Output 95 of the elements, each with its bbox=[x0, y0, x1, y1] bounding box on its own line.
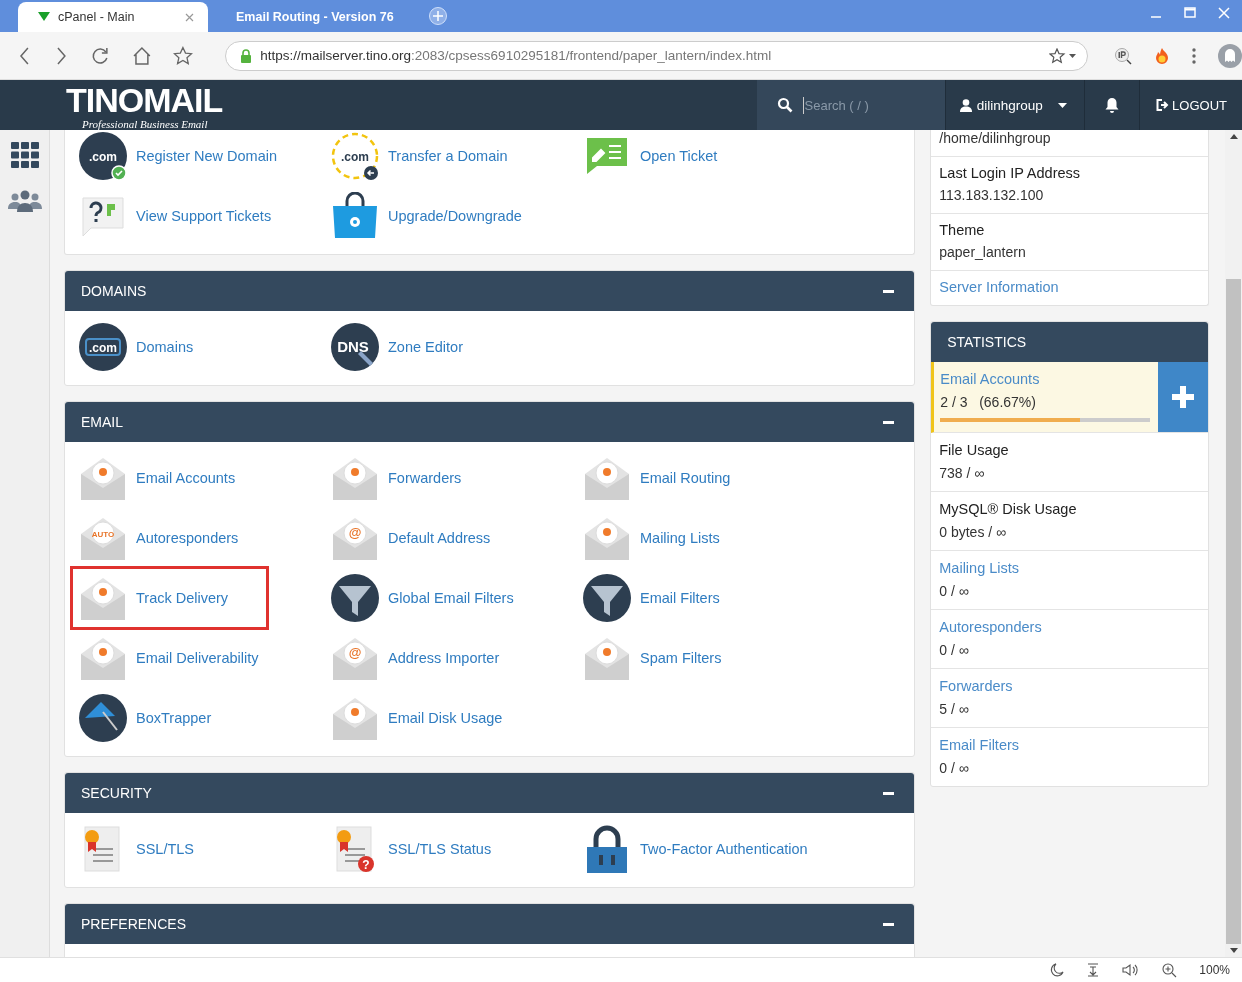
grid-icon[interactable] bbox=[10, 142, 39, 168]
domain-icon: .com bbox=[79, 323, 127, 371]
stat-link[interactable]: Mailing Lists bbox=[939, 560, 1200, 576]
stat-value: 0 / ∞ bbox=[939, 760, 970, 776]
triangle-icon bbox=[38, 12, 50, 22]
app-link[interactable]: ? SSL/TLS Status bbox=[328, 821, 501, 877]
speaker-icon[interactable] bbox=[1122, 963, 1141, 977]
stat-label: File Usage bbox=[939, 442, 1010, 458]
search-icon bbox=[776, 97, 793, 113]
shopping-bag-icon bbox=[331, 192, 379, 240]
profile-icon[interactable] bbox=[1218, 43, 1242, 68]
app-link[interactable]: @ Default Address bbox=[328, 510, 500, 566]
logo[interactable]: TINOMAIL Professional Business Email bbox=[66, 80, 757, 130]
app-link[interactable]: Email Accounts bbox=[76, 450, 245, 506]
stat-value: 0 / ∞ bbox=[939, 583, 970, 599]
collapse-icon[interactable] bbox=[883, 922, 895, 926]
app-link[interactable]: Open Ticket bbox=[580, 130, 727, 184]
app-link[interactable]: Spam Filters bbox=[580, 630, 731, 686]
flame-icon[interactable] bbox=[1154, 46, 1170, 65]
search-box[interactable]: Search ( / ) bbox=[756, 80, 945, 130]
app-link[interactable]: Forwarders bbox=[328, 450, 471, 506]
zoom-level: 100% bbox=[1199, 963, 1230, 977]
address-field[interactable]: https://mailserver.tino.org:2083/cpsess6910295181/frontend/paper_lantern/index.html bbox=[225, 40, 1088, 71]
section-header[interactable]: PREFERENCES bbox=[65, 904, 915, 944]
caret-icon bbox=[1057, 102, 1067, 108]
collapse-icon[interactable] bbox=[883, 289, 895, 293]
app-link[interactable]: Two-Factor Authentication bbox=[580, 821, 817, 877]
server-information-link[interactable]: Server Information bbox=[939, 279, 1200, 295]
app-link[interactable]: View Support Tickets bbox=[76, 188, 281, 244]
scroll-down-icon[interactable] bbox=[1229, 948, 1238, 953]
stat-value: 0 / ∞ bbox=[939, 642, 970, 658]
star-icon[interactable] bbox=[1049, 47, 1077, 64]
section-header[interactable]: SECURITY bbox=[65, 773, 915, 813]
info-label: Last Login IP Address bbox=[939, 165, 1082, 181]
info-value: paper_lantern bbox=[939, 244, 1027, 260]
funnel-icon bbox=[583, 574, 631, 622]
dns-icon: DNS bbox=[331, 323, 379, 371]
app-link[interactable]: Global Email Filters bbox=[328, 570, 523, 626]
search-field[interactable]: Search ( / ) bbox=[802, 96, 927, 114]
plus-icon bbox=[1170, 384, 1196, 410]
app-link[interactable]: Mailing Lists bbox=[580, 510, 729, 566]
browser-tab[interactable]: Email Routing - Version 76 bbox=[208, 2, 398, 32]
zoom-icon[interactable] bbox=[1162, 962, 1178, 978]
collapse-icon[interactable] bbox=[883, 420, 895, 424]
download-icon[interactable] bbox=[1086, 963, 1101, 977]
app-link[interactable]: Email Disk Usage bbox=[328, 690, 512, 746]
menu-icon[interactable] bbox=[1192, 47, 1196, 64]
app-link[interactable]: Email Routing bbox=[580, 450, 740, 506]
scroll-up-icon[interactable] bbox=[1229, 134, 1238, 139]
stat-link[interactable]: Forwarders bbox=[939, 678, 1200, 694]
star-icon[interactable] bbox=[173, 45, 194, 66]
collapse-icon[interactable] bbox=[883, 791, 895, 795]
domain-icon: .com bbox=[79, 132, 127, 180]
maximize-icon[interactable] bbox=[1184, 7, 1196, 19]
app-link[interactable]: Email Filters bbox=[580, 570, 729, 626]
new-tab-icon[interactable] bbox=[428, 6, 448, 26]
stat-link[interactable]: Email Accounts bbox=[940, 371, 1150, 387]
umbrella-icon bbox=[79, 694, 127, 742]
section-header[interactable]: DOMAINS bbox=[65, 271, 915, 311]
add-button[interactable] bbox=[1158, 362, 1208, 432]
app-link[interactable]: Upgrade/Downgrade bbox=[328, 188, 531, 244]
stat-value: 738 / ∞ bbox=[939, 465, 986, 481]
stat-label: MySQL® Disk Usage bbox=[939, 501, 1078, 517]
bell-icon[interactable] bbox=[1105, 97, 1120, 113]
stat-value: 5 / ∞ bbox=[939, 701, 970, 717]
app-link[interactable]: AUTO Autoresponders bbox=[76, 510, 248, 566]
statistics-header: STATISTICS bbox=[931, 322, 1208, 362]
funnel-icon bbox=[331, 574, 379, 622]
app-link[interactable]: .com Transfer a Domain bbox=[328, 130, 517, 184]
section-header[interactable]: EMAIL bbox=[65, 402, 915, 442]
ip-icon[interactable] bbox=[1114, 46, 1132, 65]
stat-value: 0 bytes / ∞ bbox=[939, 524, 1008, 540]
app-link[interactable]: DNS Zone Editor bbox=[328, 319, 472, 375]
app-link[interactable]: SSL/TLS bbox=[76, 821, 204, 877]
app-link[interactable]: .com Domains bbox=[76, 319, 203, 375]
app-link[interactable]: Email Deliverability bbox=[76, 630, 268, 686]
stat-link[interactable]: Autoresponders bbox=[939, 619, 1200, 635]
app-link[interactable]: BoxTrapper bbox=[76, 690, 221, 746]
user-icon bbox=[959, 98, 972, 112]
app-link[interactable]: @ Address Importer bbox=[328, 630, 509, 686]
close-icon[interactable] bbox=[185, 12, 194, 22]
info-value: 113.183.132.100 bbox=[939, 187, 1045, 203]
app-link[interactable]: Track Delivery bbox=[70, 566, 269, 630]
logout-icon bbox=[1156, 99, 1170, 111]
app-link[interactable]: .com Register New Domain bbox=[76, 130, 287, 184]
moon-icon[interactable] bbox=[1050, 963, 1065, 977]
info-label: Theme bbox=[939, 222, 986, 238]
padlock-icon bbox=[240, 48, 253, 63]
home-icon[interactable] bbox=[131, 45, 152, 66]
domain-transfer-icon: .com bbox=[331, 132, 379, 180]
users-icon[interactable] bbox=[6, 190, 43, 212]
stat-value: 2 / 3 (66.67%) bbox=[940, 394, 1037, 410]
info-value: /home/dilinhgroup bbox=[939, 130, 1052, 146]
browser-tab[interactable]: cPanel - Main bbox=[18, 2, 208, 32]
stat-link[interactable]: Email Filters bbox=[939, 737, 1200, 753]
